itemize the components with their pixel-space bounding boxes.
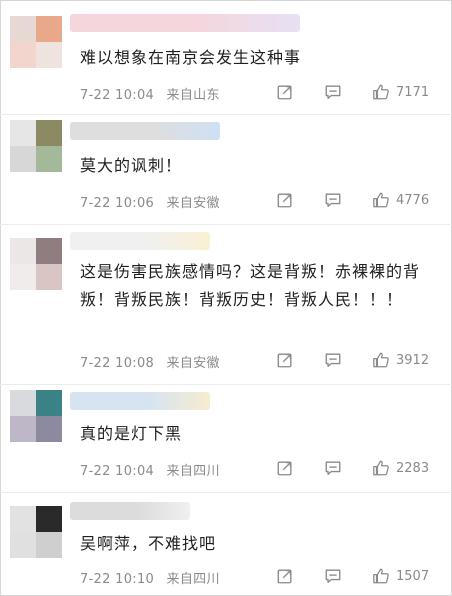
share-button[interactable] (276, 190, 294, 210)
username-blurred[interactable] (70, 392, 210, 410)
like-button[interactable]: 4776 (372, 190, 429, 210)
share-button[interactable] (276, 566, 294, 586)
avatar-block (10, 264, 36, 290)
like-count: 3912 (396, 352, 430, 368)
comment-actions: 4776 (276, 190, 438, 210)
avatar-block (36, 532, 62, 558)
username-blurred[interactable] (70, 14, 300, 32)
avatar-block (36, 416, 62, 442)
avatar-block (36, 390, 62, 416)
avatar[interactable] (10, 390, 62, 442)
comment-location: 来自山东 (166, 88, 220, 103)
comment-text: 吴啊萍，不难找吧 (80, 534, 217, 553)
comment-time: 7-22 10:06 (80, 196, 155, 211)
comment-actions: 2283 (276, 458, 438, 478)
avatar[interactable] (10, 238, 62, 290)
comment-text: 莫大的讽刺！ (80, 156, 183, 175)
avatar-block (36, 238, 62, 264)
avatar-block (10, 42, 36, 68)
comment-icon (325, 461, 341, 475)
like-count: 2283 (396, 460, 430, 476)
avatar-block (36, 506, 62, 532)
avatar-block (36, 120, 62, 146)
comment-meta: 7-22 10:04 来自四川 (80, 460, 220, 479)
thumbs-up-icon (373, 568, 389, 584)
comment-icon (325, 85, 341, 99)
comment-meta: 7-22 10:10 来自四川 (80, 568, 220, 587)
divider (0, 492, 452, 493)
comment-button[interactable] (324, 566, 342, 586)
like-button[interactable]: 7171 (372, 82, 429, 102)
comment-actions: 1507 (276, 566, 438, 586)
share-icon (277, 353, 292, 368)
like-button[interactable]: 1507 (372, 566, 429, 586)
comment-meta: 7-22 10:08 来自安徽 (80, 352, 220, 371)
share-icon (277, 193, 292, 208)
thumbs-up-icon (373, 352, 389, 368)
comment-text: 难以想象在南京会发生这种事 (80, 48, 302, 67)
share-icon (277, 569, 292, 584)
share-icon (277, 461, 292, 476)
comment-time: 7-22 10:10 (80, 572, 155, 587)
avatar-block (10, 238, 36, 264)
avatar[interactable] (10, 120, 62, 172)
share-button[interactable] (276, 458, 294, 478)
comment-button[interactable] (324, 458, 342, 478)
avatar[interactable] (10, 506, 62, 558)
thumbs-up-icon (373, 192, 389, 208)
avatar-block (36, 16, 62, 42)
comment-meta: 7-22 10:06 来自安徽 (80, 192, 220, 211)
comment-icon (325, 353, 341, 367)
avatar-block (36, 42, 62, 68)
comment-icon (325, 569, 341, 583)
divider (0, 114, 452, 115)
avatar[interactable] (10, 16, 62, 68)
username-blurred[interactable] (70, 502, 190, 520)
username-blurred[interactable] (70, 122, 220, 140)
comment-text: 这是伤害民族感情吗？这是背叛！赤裸裸的背叛！背叛民族！背叛历史！背叛人民！！！ (80, 262, 421, 309)
like-button[interactable]: 3912 (372, 350, 429, 370)
avatar-block (10, 416, 36, 442)
comment-actions: 7171 (276, 82, 438, 102)
divider (0, 224, 452, 225)
comment-location: 来自安徽 (166, 196, 220, 211)
comment-location: 来自四川 (166, 464, 220, 479)
comment-button[interactable] (324, 82, 342, 102)
avatar-block (10, 120, 36, 146)
username-blurred[interactable] (70, 232, 210, 250)
comment-button[interactable] (324, 350, 342, 370)
share-button[interactable] (276, 82, 294, 102)
thumbs-up-icon (373, 460, 389, 476)
thumbs-up-icon (373, 84, 389, 100)
comment-meta: 7-22 10:04 来自山东 (80, 84, 220, 103)
like-count: 1507 (396, 568, 430, 584)
comment-time: 7-22 10:08 (80, 356, 155, 371)
divider (0, 384, 452, 385)
comment-time: 7-22 10:04 (80, 88, 155, 103)
like-count: 7171 (396, 84, 430, 100)
avatar-block (36, 264, 62, 290)
comment-actions: 3912 (276, 350, 438, 370)
share-button[interactable] (276, 350, 294, 370)
avatar-block (10, 390, 36, 416)
comment-time: 7-22 10:04 (80, 464, 155, 479)
like-button[interactable]: 2283 (372, 458, 429, 478)
avatar-block (36, 146, 62, 172)
avatar-block (10, 16, 36, 42)
comment-button[interactable] (324, 190, 342, 210)
comment-location: 来自四川 (166, 572, 220, 587)
share-icon (277, 85, 292, 100)
comment-icon (325, 193, 341, 207)
avatar-block (10, 532, 36, 558)
avatar-block (10, 146, 36, 172)
comment-text: 真的是灯下黑 (80, 424, 183, 443)
avatar-block (10, 506, 36, 532)
comment-location: 来自安徽 (166, 356, 220, 371)
like-count: 4776 (396, 192, 430, 208)
